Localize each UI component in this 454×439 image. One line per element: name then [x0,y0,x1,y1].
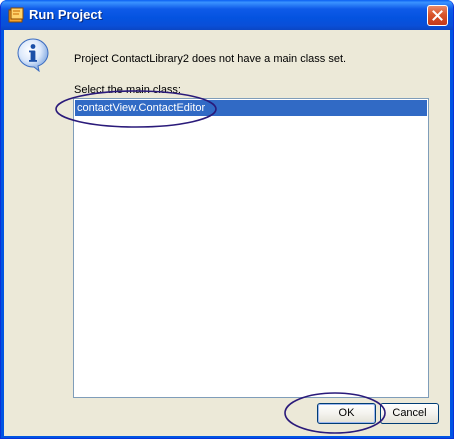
close-icon [432,10,443,21]
title-bar[interactable]: Run Project [1,0,453,30]
select-main-class-label: Select the main class: [74,84,181,96]
run-project-dialog: Run Project Project ContactLibrary2 does… [0,0,454,439]
app-icon [8,7,24,23]
list-item[interactable]: contactView.ContactEditor [75,100,427,116]
info-icon [17,38,49,72]
cancel-button[interactable]: Cancel [380,403,439,424]
dialog-message: Project ContactLibrary2 does not have a … [74,53,347,65]
dialog-body: Project ContactLibrary2 does not have a … [4,30,450,436]
ok-button[interactable]: OK [317,403,376,424]
window-title: Run Project [29,7,102,22]
main-class-list[interactable]: contactView.ContactEditor [73,98,429,398]
close-button[interactable] [427,5,448,26]
